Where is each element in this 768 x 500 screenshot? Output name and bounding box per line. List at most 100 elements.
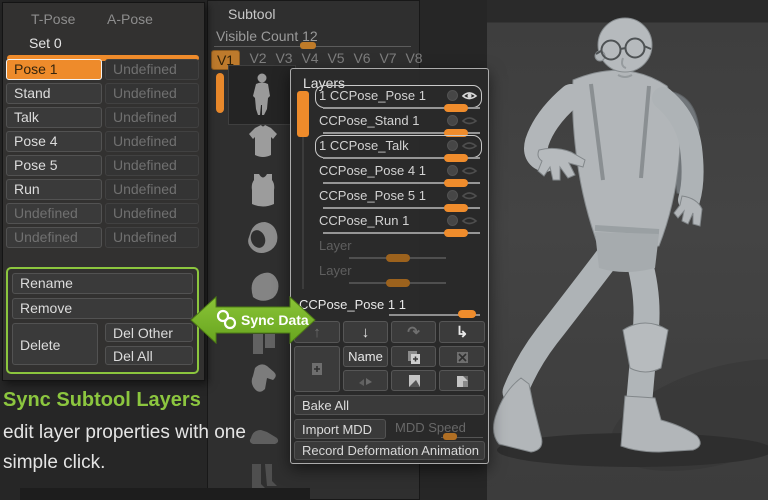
layer-intensity-slider[interactable] xyxy=(323,107,480,109)
layer-intensity-slider[interactable] xyxy=(323,157,480,159)
delete-x-icon xyxy=(454,349,470,365)
layer-row[interactable]: CCPose_Run 1 xyxy=(315,212,482,237)
tab-v5[interactable]: V5 xyxy=(324,50,348,66)
subtool-item-vest[interactable] xyxy=(232,215,294,261)
folder-arrows-icon xyxy=(357,374,375,388)
caption-body: edit layer properties with one simple cl… xyxy=(3,418,261,478)
pose-slot-6[interactable]: Run xyxy=(6,179,102,200)
layer-row-empty[interactable]: Layer xyxy=(315,262,482,287)
layer-row[interactable]: 1 CCPose_Pose 1 xyxy=(315,87,482,112)
layer-row-empty[interactable]: Layer xyxy=(315,237,482,262)
pose-slot-1b[interactable]: Undefined xyxy=(105,59,199,80)
split-layer-button[interactable] xyxy=(391,370,436,391)
viewport-3d[interactable] xyxy=(487,0,768,500)
layer-row[interactable]: 1 CCPose_Talk xyxy=(315,137,482,162)
down-arrow-icon: ↓ xyxy=(362,324,370,341)
remove-button[interactable]: Remove xyxy=(12,298,193,319)
delete-layer-button[interactable] xyxy=(439,346,485,367)
record-dot-icon[interactable] xyxy=(447,165,458,176)
layers-list: 1 CCPose_Pose 1 CCPose_Stand 1 1 CCPose_… xyxy=(315,87,482,287)
selected-layer-slider[interactable] xyxy=(458,310,476,318)
bake-all-button[interactable]: Bake All xyxy=(294,395,485,415)
character-model xyxy=(487,0,768,500)
subtool-item-body[interactable] xyxy=(228,65,296,125)
tab-t-pose[interactable]: T-Pose xyxy=(31,11,75,27)
pose-slot-3b[interactable]: Undefined xyxy=(105,107,199,128)
layer-intensity-slider[interactable] xyxy=(349,282,446,284)
body-thumbnail-icon xyxy=(240,71,284,119)
layer-name: Layer xyxy=(319,263,352,279)
subtool-item-tank-top[interactable] xyxy=(232,167,294,213)
page-corner-icon xyxy=(454,373,470,389)
record-dot-icon[interactable] xyxy=(447,140,458,151)
layer-row[interactable]: CCPose_Stand 1 xyxy=(315,112,482,137)
caption-title: Sync Subtool Layers xyxy=(3,389,273,412)
move-down-button[interactable]: ↓ xyxy=(343,321,388,343)
record-dot-icon[interactable] xyxy=(447,115,458,126)
flatten-layer-button[interactable] xyxy=(439,370,485,391)
record-dot-icon[interactable] xyxy=(447,215,458,226)
layer-intensity-slider[interactable] xyxy=(323,207,480,209)
del-other-button[interactable]: Del Other xyxy=(105,323,193,342)
import-mdd-button[interactable]: Import MDD xyxy=(294,419,386,439)
layer-name: 1 CCPose_Talk xyxy=(319,138,409,154)
layer-row[interactable]: CCPose_Pose 5 1 xyxy=(315,187,482,212)
merge-down-button[interactable] xyxy=(343,370,388,391)
tab-v6[interactable]: V6 xyxy=(350,50,374,66)
record-dot-icon[interactable] xyxy=(447,90,458,101)
branch-arrow-icon: ↳ xyxy=(456,323,469,341)
eye-icon[interactable] xyxy=(461,139,478,152)
eye-icon[interactable] xyxy=(461,189,478,202)
eye-icon[interactable] xyxy=(461,164,478,177)
rename-layer-button[interactable]: Name xyxy=(343,346,388,367)
pose-slot-3[interactable]: Talk xyxy=(6,107,102,128)
pose-slot-5b[interactable]: Undefined xyxy=(105,155,199,176)
layer-intensity-slider[interactable] xyxy=(323,132,480,134)
layer-row[interactable]: CCPose_Pose 4 1 xyxy=(315,162,482,187)
visible-count-slider[interactable] xyxy=(300,42,316,49)
layer-name: CCPose_Stand 1 xyxy=(319,113,419,129)
layer-name: Layer xyxy=(319,238,352,254)
tab-v7[interactable]: V7 xyxy=(376,50,400,66)
layers-scrollbar[interactable] xyxy=(297,91,309,137)
del-all-button[interactable]: Del All xyxy=(105,346,193,365)
pose-slot-7b[interactable]: Undefined xyxy=(105,203,199,224)
subtool-item-shirt[interactable] xyxy=(232,119,294,165)
pose-slot-2[interactable]: Stand xyxy=(6,83,102,104)
pose-slot-1[interactable]: Pose 1 xyxy=(6,59,102,80)
pose-slot-7[interactable]: Undefined xyxy=(6,203,102,224)
tab-v3[interactable]: V3 xyxy=(272,50,296,66)
branch-button[interactable]: ↳ xyxy=(439,321,485,343)
tab-a-pose[interactable]: A-Pose xyxy=(107,11,153,27)
new-layer-button[interactable] xyxy=(294,346,340,392)
duplicate-layer-button[interactable] xyxy=(391,346,436,367)
new-document-icon xyxy=(309,361,325,377)
eye-icon[interactable] xyxy=(461,214,478,227)
subtool-scrollbar[interactable] xyxy=(216,73,224,113)
pose-slot-8b[interactable]: Undefined xyxy=(105,227,199,248)
pose-slot-2b[interactable]: Undefined xyxy=(105,83,199,104)
tab-v8[interactable]: V8 xyxy=(402,50,426,66)
eye-icon[interactable] xyxy=(461,114,478,127)
layer-name: 1 CCPose_Pose 1 xyxy=(319,88,426,104)
pose-preset-panel: T-Pose A-Pose Set 0 Pose 1 Undefined Sta… xyxy=(2,2,205,381)
rename-button[interactable]: Rename xyxy=(12,273,193,294)
layer-intensity-slider[interactable] xyxy=(323,232,480,234)
mdd-speed-slider[interactable] xyxy=(443,433,457,440)
record-dot-icon[interactable] xyxy=(447,190,458,201)
redo-button[interactable]: ↷ xyxy=(391,321,436,343)
delete-button[interactable]: Delete xyxy=(12,323,98,365)
layer-intensity-slider[interactable] xyxy=(349,257,446,259)
page-split-icon xyxy=(406,373,422,389)
record-deformation-button[interactable]: Record Deformation Animation xyxy=(294,441,485,460)
tab-v2[interactable]: V2 xyxy=(246,50,270,66)
eye-icon[interactable] xyxy=(461,89,478,102)
bottom-strip xyxy=(20,488,310,500)
tab-v4[interactable]: V4 xyxy=(298,50,322,66)
pose-slot-6b[interactable]: Undefined xyxy=(105,179,199,200)
pose-slot-4[interactable]: Pose 4 xyxy=(6,131,102,152)
pose-slot-4b[interactable]: Undefined xyxy=(105,131,199,152)
pose-slot-8[interactable]: Undefined xyxy=(6,227,102,248)
pose-slot-5[interactable]: Pose 5 xyxy=(6,155,102,176)
layer-intensity-slider[interactable] xyxy=(323,182,480,184)
